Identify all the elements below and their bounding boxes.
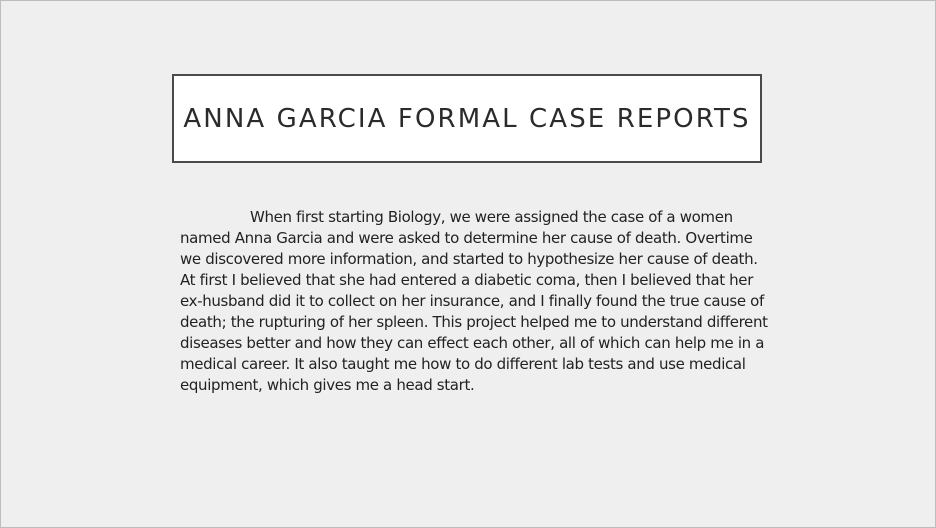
body-line: At first I believed that she had entered… [180,271,754,289]
body-line: diseases better and how they can effect … [180,334,765,352]
body-line: we discovered more information, and star… [180,250,758,268]
body-line: equipment, which gives me a head start. [180,376,475,394]
slide-title: ANNA GARCIA FORMAL CASE REPORTS [183,103,751,134]
body-line: ex-husband did it to collect on her insu… [180,292,764,310]
body-line: When first starting Biology, we were ass… [180,207,765,228]
body-line-text: When first starting Biology, we were ass… [250,208,733,226]
body-line: medical career. It also taught me how to… [180,355,746,373]
body-paragraph: When first starting Biology, we were ass… [180,207,768,396]
body-line: named Anna Garcia and were asked to dete… [180,229,753,247]
slide: ANNA GARCIA FORMAL CASE REPORTS When fir… [0,0,936,528]
title-box: ANNA GARCIA FORMAL CASE REPORTS [172,74,762,163]
body-line: death; the rupturing of her spleen. This… [180,313,768,331]
